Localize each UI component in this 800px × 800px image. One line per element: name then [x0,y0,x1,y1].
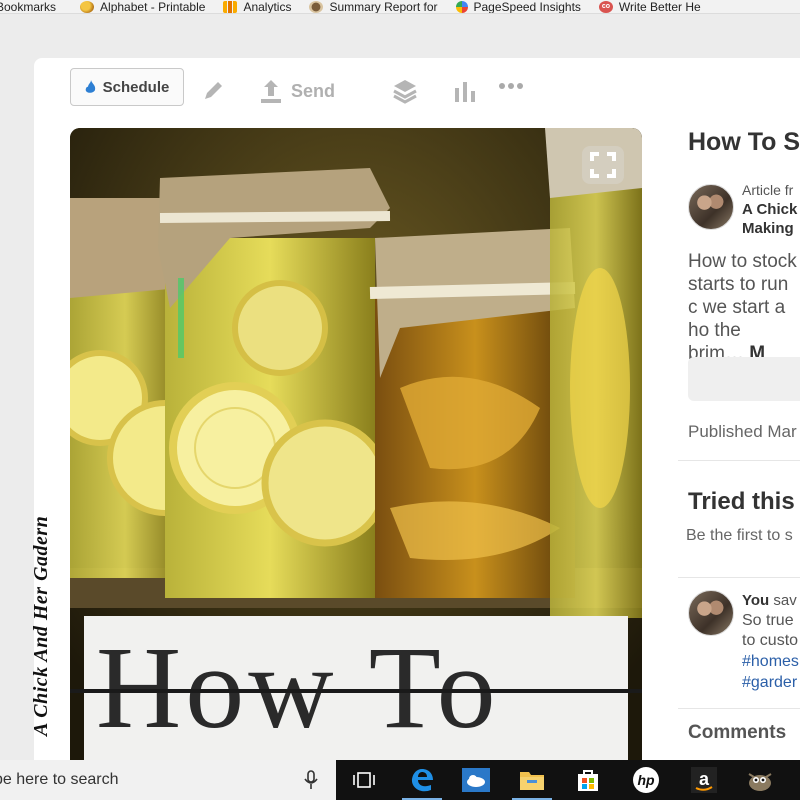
hashtag-link[interactable]: #homes [742,653,800,671]
task-view-icon[interactable] [350,766,378,794]
more-icon [499,83,523,89]
pin-watermark: A Chick And Her Gadern [30,515,52,736]
bookmark-analytics[interactable]: Analytics [223,0,291,13]
taskbar-search[interactable]: pe here to search [0,760,336,800]
add-to-board-button[interactable] [392,78,418,104]
microphone-icon[interactable] [304,770,318,795]
bookmark-write-better[interactable]: co Write Better He [598,0,701,13]
gimp-icon[interactable] [746,766,774,794]
hp-icon[interactable]: hp [632,766,660,794]
pin-title[interactable]: How To St [688,128,800,157]
send-button[interactable]: Send [259,78,335,104]
file-explorer-icon[interactable] [512,766,552,800]
upload-icon [261,80,281,103]
pin-description: How to stock starts to run c we start a … [688,251,797,364]
published-date: Published Mar [688,422,797,441]
divider [678,460,800,461]
flame-icon [85,80,95,93]
tried-this-heading: Tried this [688,488,795,515]
svg-text:hp: hp [637,772,655,788]
source-avatar[interactable] [688,184,734,230]
bookmark-alphabet[interactable]: Alphabet - Printable [80,0,205,13]
hashtag-link[interactable]: #garder [742,674,800,692]
tried-this-subtext: Be the first to s [686,527,793,544]
bookmark-folder[interactable]: Bookmarks [0,0,56,13]
store-icon[interactable] [574,766,602,794]
bookmark-pagespeed[interactable]: PageSpeed Insights [455,0,581,13]
expand-image-button[interactable] [582,146,624,184]
source-name[interactable]: A Chick Making [742,200,800,238]
expand-icon [590,152,616,178]
divider [678,708,800,709]
amazon-icon[interactable]: a [690,766,718,794]
bookmarks-bar: Bookmarks Alphabet - Printable Analytics… [0,0,800,14]
more-options-button[interactable] [498,82,524,90]
title-rule [70,689,642,693]
comments-heading: Comments [688,722,787,743]
svg-text:a: a [699,769,710,789]
analytics-button[interactable] [452,78,478,104]
layers-icon [393,80,417,104]
pencil-icon [205,82,222,99]
summary-favicon [309,0,324,13]
schedule-button[interactable]: Schedule [70,68,184,106]
weather-icon[interactable] [462,766,490,794]
bar-chart-icon [455,82,475,102]
user-avatar[interactable] [688,590,734,636]
edge-icon[interactable] [402,766,442,800]
alphabet-favicon [80,0,95,13]
pagespeed-favicon [455,0,468,13]
edit-button[interactable] [202,78,226,102]
co-favicon: co [598,0,613,13]
analytics-favicon [223,0,238,13]
article-from-label: Article fr [742,182,794,198]
divider [678,577,800,578]
bookmark-summary-report[interactable]: Summary Report for [309,0,438,13]
visit-button[interactable] [688,357,800,401]
pin-overlay-title: How To [96,622,500,753]
comment-text-line: So true [742,612,794,629]
comment-header: You sav [742,592,797,609]
comment-text-line: to custo [742,632,799,649]
